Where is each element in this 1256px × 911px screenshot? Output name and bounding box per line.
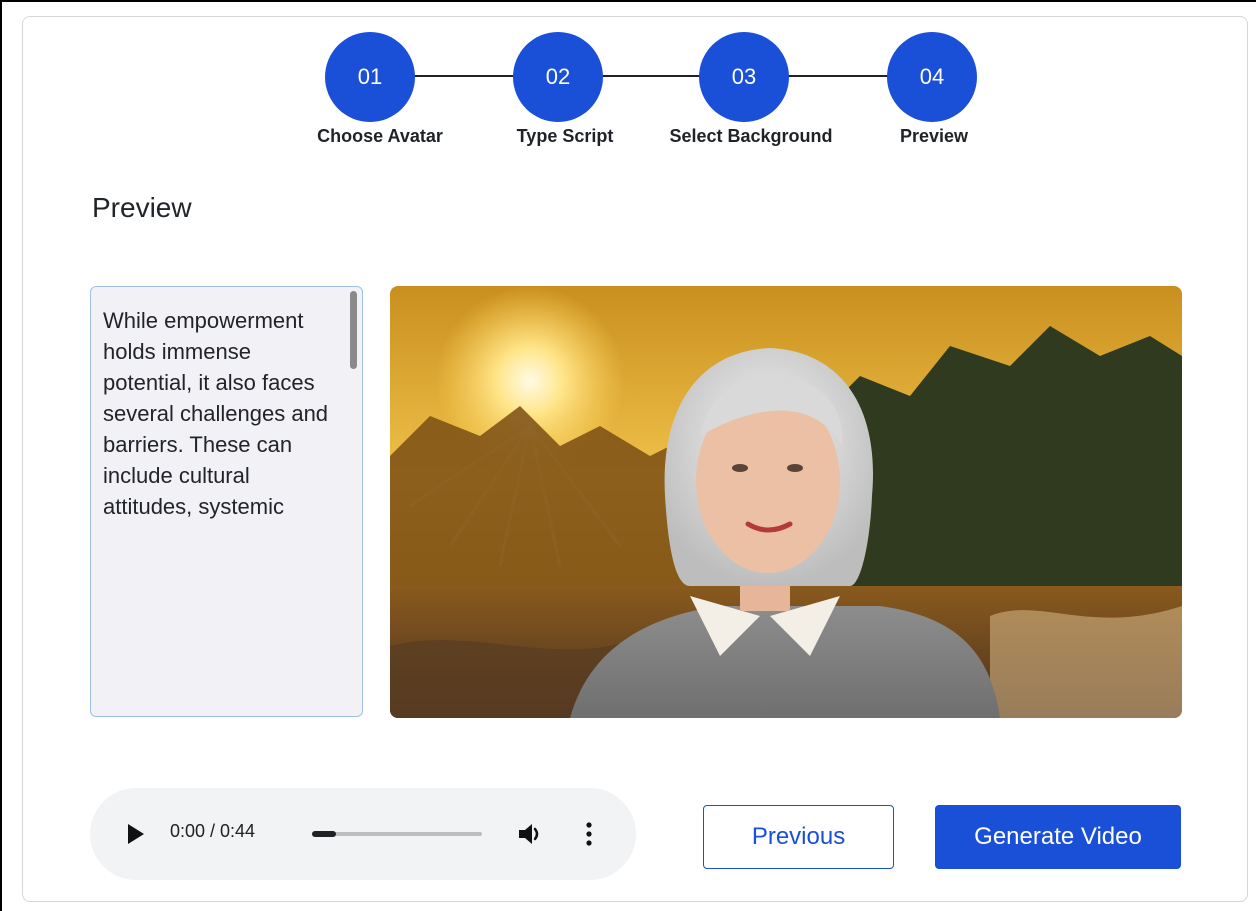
step-circle-4[interactable]: 04 — [887, 32, 977, 122]
step-connector — [600, 75, 704, 77]
step-connector — [786, 75, 890, 77]
previous-button[interactable]: Previous — [703, 805, 894, 869]
step-circle-2[interactable]: 02 — [513, 32, 603, 122]
step-label-type-script: Type Script — [516, 126, 614, 146]
stepper: 01 02 03 04 Choose Avatar Type Script Se… — [0, 0, 1256, 160]
audio-time: 0:00 / 0:44 — [170, 821, 256, 841]
section-title: Preview — [92, 192, 192, 223]
background-scene-image — [390, 286, 1182, 718]
scrollbar-thumb[interactable] — [350, 291, 357, 369]
audio-player[interactable]: 0:00 / 0:44 — [90, 788, 636, 880]
play-icon[interactable] — [126, 823, 146, 845]
generate-video-button[interactable]: Generate Video — [935, 805, 1181, 869]
audio-progress-track[interactable] — [312, 831, 482, 837]
audio-progress-fill — [312, 831, 336, 837]
step-circle-1[interactable]: 01 — [325, 32, 415, 122]
script-textarea[interactable]: While empowerment holds immense potentia… — [90, 286, 363, 717]
more-options-icon[interactable] — [584, 821, 594, 847]
video-preview — [390, 286, 1182, 718]
step-label-preview: Preview — [899, 126, 969, 146]
step-connector — [412, 75, 516, 77]
step-label-select-background: Select Background — [669, 126, 833, 146]
script-text: While empowerment holds immense potentia… — [103, 308, 329, 519]
volume-icon[interactable] — [517, 821, 543, 847]
step-circle-3[interactable]: 03 — [699, 32, 789, 122]
step-label-choose-avatar: Choose Avatar — [317, 126, 443, 146]
